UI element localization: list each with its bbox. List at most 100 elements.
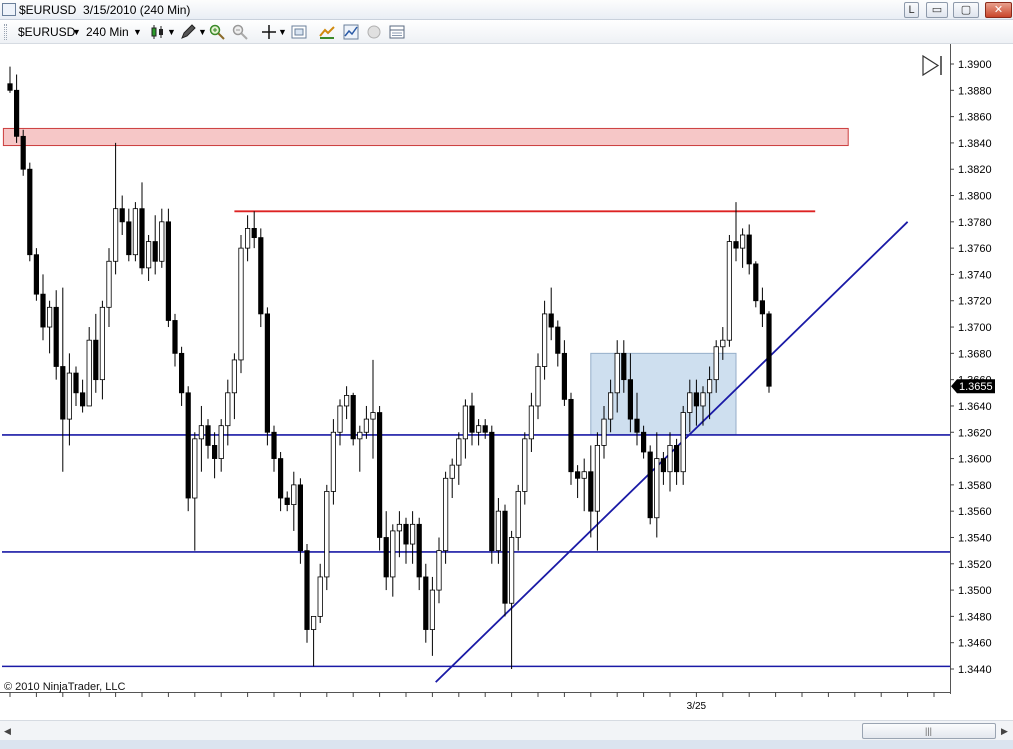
bear-candle-body — [73, 372, 79, 394]
bear-candle-body — [304, 550, 310, 630]
bull-candle-body — [192, 438, 198, 499]
price-tick-label: 1.3900 — [958, 59, 992, 71]
instrument-selector[interactable]: $EURUSD — [18, 24, 75, 40]
copyright-label: © 2010 NinjaTrader, LLC — [4, 681, 125, 693]
pencil-icon[interactable] — [180, 24, 196, 40]
zoom-out-icon[interactable] — [232, 24, 248, 40]
data-box-icon[interactable] — [389, 24, 405, 40]
candle — [390, 524, 396, 597]
bull-candle-body — [707, 379, 713, 394]
candle — [542, 300, 548, 380]
candle — [436, 537, 442, 604]
chevron-down-icon[interactable]: ▼ — [72, 24, 81, 40]
bull-candle-body — [238, 247, 244, 361]
candle — [489, 425, 495, 564]
bear-candle-body — [660, 458, 667, 473]
bull-candle-body — [442, 477, 449, 552]
red-zone — [2, 127, 849, 147]
zoom-in-icon[interactable] — [209, 24, 225, 40]
candle — [27, 162, 33, 262]
bull-candle-body — [594, 445, 601, 512]
bear-candle-body — [759, 300, 766, 315]
chevron-down-icon[interactable]: ▼ — [167, 24, 176, 40]
time-tick-label: 3/25 — [687, 701, 707, 712]
candle — [726, 234, 733, 347]
bear-candle-body — [753, 263, 759, 302]
price-tick-label: 1.3740 — [958, 269, 992, 281]
candle — [456, 432, 462, 485]
candle — [86, 327, 92, 407]
candle — [535, 353, 541, 420]
candle — [13, 74, 20, 143]
circle-icon[interactable] — [366, 24, 382, 40]
candle — [462, 399, 469, 459]
price-tick-label: 1.3680 — [958, 348, 992, 360]
price-tick-label: 1.3700 — [958, 322, 992, 334]
chevron-down-icon[interactable]: ▼ — [278, 24, 287, 40]
candle — [139, 182, 145, 275]
bear-candle-body — [383, 537, 389, 578]
bear-candle-body — [205, 425, 211, 446]
candle — [383, 511, 389, 591]
chart-canvas[interactable]: 1.3900 1.3880 1.3860 1.3840 1.3820 1.3800 1.37… — [0, 44, 1013, 720]
price-tick-label: 1.3720 — [958, 296, 992, 308]
candle — [581, 458, 587, 512]
chevron-down-icon[interactable]: ▼ — [198, 24, 207, 40]
minimize-button[interactable]: ▭ — [926, 2, 948, 18]
candle — [528, 392, 535, 452]
bear-candle-body — [80, 392, 86, 407]
plot-layer — [2, 66, 950, 683]
bull-candle-body — [291, 484, 297, 505]
interval-selector[interactable]: 240 Min — [86, 24, 129, 40]
price-chart[interactable]: 1.3900 1.3880 1.3860 1.3840 1.3820 1.3800 1.37… — [0, 44, 1013, 720]
toolbar-grip[interactable] — [4, 24, 7, 40]
bull-candle-body — [330, 431, 337, 492]
scroll-right-icon[interactable]: ▶ — [1001, 726, 1008, 737]
bear-candle-body — [178, 352, 185, 394]
bear-candle-body — [634, 418, 640, 433]
chevron-down-icon[interactable]: ▼ — [133, 24, 142, 40]
bear-candle-body — [211, 445, 218, 459]
bear-candle-body — [7, 83, 13, 91]
bear-candle-body — [251, 228, 257, 239]
bear-candle-body — [60, 366, 66, 420]
bull-candle-body — [244, 228, 251, 249]
bull-candle-body — [508, 537, 515, 604]
bear-candle-body — [423, 576, 429, 630]
scroll-thumb[interactable]: ||| — [862, 723, 996, 739]
bear-candle-body — [403, 523, 409, 545]
properties-icon[interactable] — [291, 24, 307, 40]
bear-candle-body — [568, 398, 574, 473]
window-title: $EURUSD 3/15/2010 (240 Min) — [19, 3, 191, 17]
candle — [753, 261, 759, 308]
bear-candle-body — [641, 431, 647, 453]
candle — [469, 392, 475, 446]
candle — [502, 504, 508, 617]
skip-forward-icon[interactable] — [922, 54, 942, 77]
bull-candle-body — [409, 523, 416, 545]
indicator-icon[interactable] — [343, 24, 359, 40]
scroll-left-icon[interactable]: ◀ — [4, 726, 11, 737]
price-tick-label: 1.3560 — [958, 506, 992, 518]
candlestick-icon[interactable] — [150, 24, 166, 40]
bear-candle-body — [264, 313, 271, 433]
candle — [515, 484, 521, 551]
crosshair-icon[interactable] — [261, 24, 277, 40]
bull-candle-body — [337, 405, 343, 433]
candle — [508, 530, 515, 669]
bear-candle-body — [621, 352, 627, 381]
candle — [575, 465, 581, 499]
bear-candle-body — [40, 293, 46, 328]
bull-candle-body — [475, 425, 482, 433]
title-bar[interactable]: $EURUSD 3/15/2010 (240 Min) L ▭ ▢ ✕ — [0, 0, 1013, 20]
candle — [165, 208, 171, 328]
candle — [20, 129, 26, 176]
link-button[interactable]: L — [904, 2, 919, 18]
strategy-icon[interactable] — [319, 24, 335, 40]
candle — [555, 320, 561, 367]
horizontal-scrollbar[interactable]: ◀ ||| ▶ — [0, 720, 1013, 740]
candle — [211, 432, 218, 479]
maximize-button[interactable]: ▢ — [953, 2, 979, 18]
price-tick-label: 1.3640 — [958, 401, 992, 413]
close-button[interactable]: ✕ — [985, 2, 1012, 18]
